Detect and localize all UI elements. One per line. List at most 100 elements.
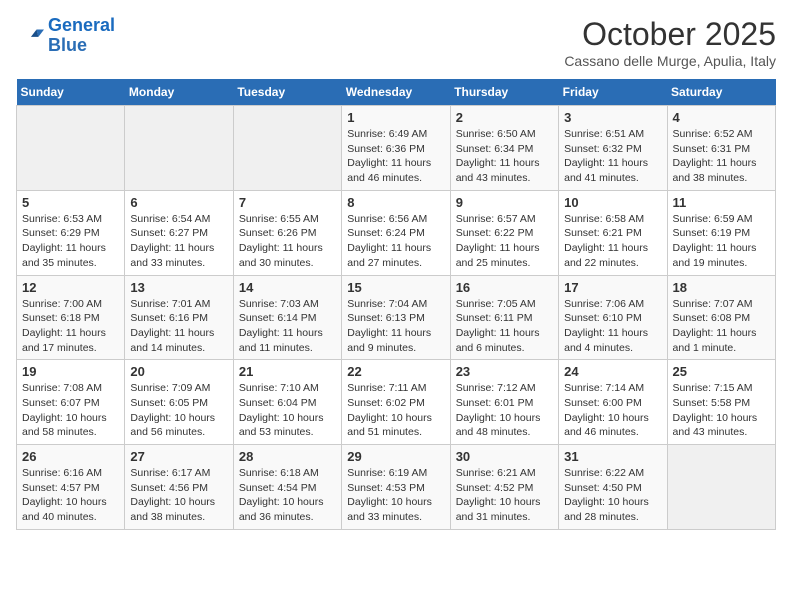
cell-info: Sunrise: 7:11 AM Sunset: 6:02 PM Dayligh… bbox=[347, 381, 444, 440]
calendar-cell: 9 Sunrise: 6:57 AM Sunset: 6:22 PM Daylig… bbox=[450, 190, 558, 275]
calendar-cell: 23Sunrise: 7:12 AM Sunset: 6:01 PM Dayli… bbox=[450, 360, 558, 445]
day-number: 7 bbox=[239, 195, 336, 210]
calendar-cell: 7 Sunrise: 6:55 AM Sunset: 6:26 PM Daylig… bbox=[233, 190, 341, 275]
day-number: 4 bbox=[673, 110, 770, 125]
day-number: 18 bbox=[673, 280, 770, 295]
day-number: 20 bbox=[130, 364, 227, 379]
day-number: 17 bbox=[564, 280, 661, 295]
logo-line1: General bbox=[48, 15, 115, 35]
cell-info: Sunrise: 6:19 AM Sunset: 4:53 PM Dayligh… bbox=[347, 466, 444, 525]
day-number: 26 bbox=[22, 449, 119, 464]
day-header-wednesday: Wednesday bbox=[342, 79, 450, 106]
day-number: 30 bbox=[456, 449, 553, 464]
cell-info: Sunrise: 6:56 AM Sunset: 6:24 PM Dayligh… bbox=[347, 212, 444, 271]
day-header-sunday: Sunday bbox=[17, 79, 125, 106]
day-number: 9 bbox=[456, 195, 553, 210]
calendar-cell: 6 Sunrise: 6:54 AM Sunset: 6:27 PM Daylig… bbox=[125, 190, 233, 275]
day-number: 19 bbox=[22, 364, 119, 379]
cell-info: Sunrise: 7:05 AM Sunset: 6:11 PM Dayligh… bbox=[456, 297, 553, 356]
cell-info: Sunrise: 7:15 AM Sunset: 5:58 PM Dayligh… bbox=[673, 381, 770, 440]
cell-info: Sunrise: 6:50 AM Sunset: 6:34 PM Dayligh… bbox=[456, 127, 553, 186]
day-header-monday: Monday bbox=[125, 79, 233, 106]
calendar-week-4: 19 Sunrise: 7:08 AM Sunset: 6:07 PM Dayli… bbox=[17, 360, 776, 445]
calendar-cell: 31 Sunrise: 6:22 AM Sunset: 4:50 PM Dayli… bbox=[559, 445, 667, 530]
calendar-cell: 18 Sunrise: 7:07 AM Sunset: 6:08 PM Dayli… bbox=[667, 275, 775, 360]
day-number: 1 bbox=[347, 110, 444, 125]
logo-text: General Blue bbox=[48, 16, 115, 56]
day-number: 6 bbox=[130, 195, 227, 210]
cell-info: Sunrise: 6:54 AM Sunset: 6:27 PM Dayligh… bbox=[130, 212, 227, 271]
calendar-cell: 26 Sunrise: 6:16 AM Sunset: 4:57 PM Dayli… bbox=[17, 445, 125, 530]
cell-info: Sunrise: 7:07 AM Sunset: 6:08 PM Dayligh… bbox=[673, 297, 770, 356]
calendar-cell: 8Sunrise: 6:56 AM Sunset: 6:24 PM Daylig… bbox=[342, 190, 450, 275]
calendar-table: SundayMondayTuesdayWednesdayThursdayFrid… bbox=[16, 79, 776, 530]
cell-info: Sunrise: 6:51 AM Sunset: 6:32 PM Dayligh… bbox=[564, 127, 661, 186]
day-number: 13 bbox=[130, 280, 227, 295]
day-number: 23 bbox=[456, 364, 553, 379]
calendar-header-row: SundayMondayTuesdayWednesdayThursdayFrid… bbox=[17, 79, 776, 106]
cell-info: Sunrise: 6:21 AM Sunset: 4:52 PM Dayligh… bbox=[456, 466, 553, 525]
calendar-cell: 17 Sunrise: 7:06 AM Sunset: 6:10 PM Dayli… bbox=[559, 275, 667, 360]
day-header-tuesday: Tuesday bbox=[233, 79, 341, 106]
cell-info: Sunrise: 7:10 AM Sunset: 6:04 PM Dayligh… bbox=[239, 381, 336, 440]
day-number: 3 bbox=[564, 110, 661, 125]
day-number: 10 bbox=[564, 195, 661, 210]
calendar-cell: 25Sunrise: 7:15 AM Sunset: 5:58 PM Dayli… bbox=[667, 360, 775, 445]
calendar-cell: 4Sunrise: 6:52 AM Sunset: 6:31 PM Daylig… bbox=[667, 106, 775, 191]
calendar-cell: 2Sunrise: 6:50 AM Sunset: 6:34 PM Daylig… bbox=[450, 106, 558, 191]
calendar-cell: 1 Sunrise: 6:49 AM Sunset: 6:36 PM Daylig… bbox=[342, 106, 450, 191]
logo-icon bbox=[16, 22, 44, 50]
calendar-cell bbox=[233, 106, 341, 191]
calendar-cell: 15 Sunrise: 7:04 AM Sunset: 6:13 PM Dayli… bbox=[342, 275, 450, 360]
day-number: 5 bbox=[22, 195, 119, 210]
cell-info: Sunrise: 6:53 AM Sunset: 6:29 PM Dayligh… bbox=[22, 212, 119, 271]
logo-line2: Blue bbox=[48, 35, 87, 55]
calendar-week-2: 5 Sunrise: 6:53 AM Sunset: 6:29 PM Daylig… bbox=[17, 190, 776, 275]
day-number: 22 bbox=[347, 364, 444, 379]
calendar-week-5: 26 Sunrise: 6:16 AM Sunset: 4:57 PM Dayli… bbox=[17, 445, 776, 530]
cell-info: Sunrise: 6:49 AM Sunset: 6:36 PM Dayligh… bbox=[347, 127, 444, 186]
calendar-cell: 11 Sunrise: 6:59 AM Sunset: 6:19 PM Dayli… bbox=[667, 190, 775, 275]
cell-info: Sunrise: 7:06 AM Sunset: 6:10 PM Dayligh… bbox=[564, 297, 661, 356]
cell-info: Sunrise: 6:18 AM Sunset: 4:54 PM Dayligh… bbox=[239, 466, 336, 525]
location-subtitle: Cassano delle Murge, Apulia, Italy bbox=[564, 53, 776, 69]
cell-info: Sunrise: 7:09 AM Sunset: 6:05 PM Dayligh… bbox=[130, 381, 227, 440]
calendar-cell: 5 Sunrise: 6:53 AM Sunset: 6:29 PM Daylig… bbox=[17, 190, 125, 275]
day-header-saturday: Saturday bbox=[667, 79, 775, 106]
cell-info: Sunrise: 6:57 AM Sunset: 6:22 PM Dayligh… bbox=[456, 212, 553, 271]
calendar-cell: 10Sunrise: 6:58 AM Sunset: 6:21 PM Dayli… bbox=[559, 190, 667, 275]
cell-info: Sunrise: 6:59 AM Sunset: 6:19 PM Dayligh… bbox=[673, 212, 770, 271]
calendar-cell: 19 Sunrise: 7:08 AM Sunset: 6:07 PM Dayli… bbox=[17, 360, 125, 445]
calendar-cell: 30 Sunrise: 6:21 AM Sunset: 4:52 PM Dayli… bbox=[450, 445, 558, 530]
cell-info: Sunrise: 6:55 AM Sunset: 6:26 PM Dayligh… bbox=[239, 212, 336, 271]
calendar-cell: 29 Sunrise: 6:19 AM Sunset: 4:53 PM Dayli… bbox=[342, 445, 450, 530]
cell-info: Sunrise: 7:00 AM Sunset: 6:18 PM Dayligh… bbox=[22, 297, 119, 356]
calendar-cell: 14 Sunrise: 7:03 AM Sunset: 6:14 PM Dayli… bbox=[233, 275, 341, 360]
cell-info: Sunrise: 7:03 AM Sunset: 6:14 PM Dayligh… bbox=[239, 297, 336, 356]
day-number: 12 bbox=[22, 280, 119, 295]
cell-info: Sunrise: 7:08 AM Sunset: 6:07 PM Dayligh… bbox=[22, 381, 119, 440]
calendar-cell: 27Sunrise: 6:17 AM Sunset: 4:56 PM Dayli… bbox=[125, 445, 233, 530]
cell-info: Sunrise: 6:22 AM Sunset: 4:50 PM Dayligh… bbox=[564, 466, 661, 525]
page-header: General Blue October 2025 Cassano delle … bbox=[16, 16, 776, 69]
calendar-week-1: 1 Sunrise: 6:49 AM Sunset: 6:36 PM Daylig… bbox=[17, 106, 776, 191]
calendar-cell: 22 Sunrise: 7:11 AM Sunset: 6:02 PM Dayli… bbox=[342, 360, 450, 445]
day-number: 11 bbox=[673, 195, 770, 210]
cell-info: Sunrise: 7:04 AM Sunset: 6:13 PM Dayligh… bbox=[347, 297, 444, 356]
day-number: 15 bbox=[347, 280, 444, 295]
day-number: 21 bbox=[239, 364, 336, 379]
cell-info: Sunrise: 6:17 AM Sunset: 4:56 PM Dayligh… bbox=[130, 466, 227, 525]
calendar-cell: 28 Sunrise: 6:18 AM Sunset: 4:54 PM Dayli… bbox=[233, 445, 341, 530]
calendar-cell bbox=[17, 106, 125, 191]
day-number: 28 bbox=[239, 449, 336, 464]
cell-info: Sunrise: 6:16 AM Sunset: 4:57 PM Dayligh… bbox=[22, 466, 119, 525]
day-number: 29 bbox=[347, 449, 444, 464]
title-block: October 2025 Cassano delle Murge, Apulia… bbox=[564, 16, 776, 69]
calendar-cell: 21 Sunrise: 7:10 AM Sunset: 6:04 PM Dayli… bbox=[233, 360, 341, 445]
calendar-cell: 12 Sunrise: 7:00 AM Sunset: 6:18 PM Dayli… bbox=[17, 275, 125, 360]
calendar-cell bbox=[125, 106, 233, 191]
day-number: 31 bbox=[564, 449, 661, 464]
calendar-cell: 24Sunrise: 7:14 AM Sunset: 6:00 PM Dayli… bbox=[559, 360, 667, 445]
logo: General Blue bbox=[16, 16, 115, 56]
day-number: 14 bbox=[239, 280, 336, 295]
